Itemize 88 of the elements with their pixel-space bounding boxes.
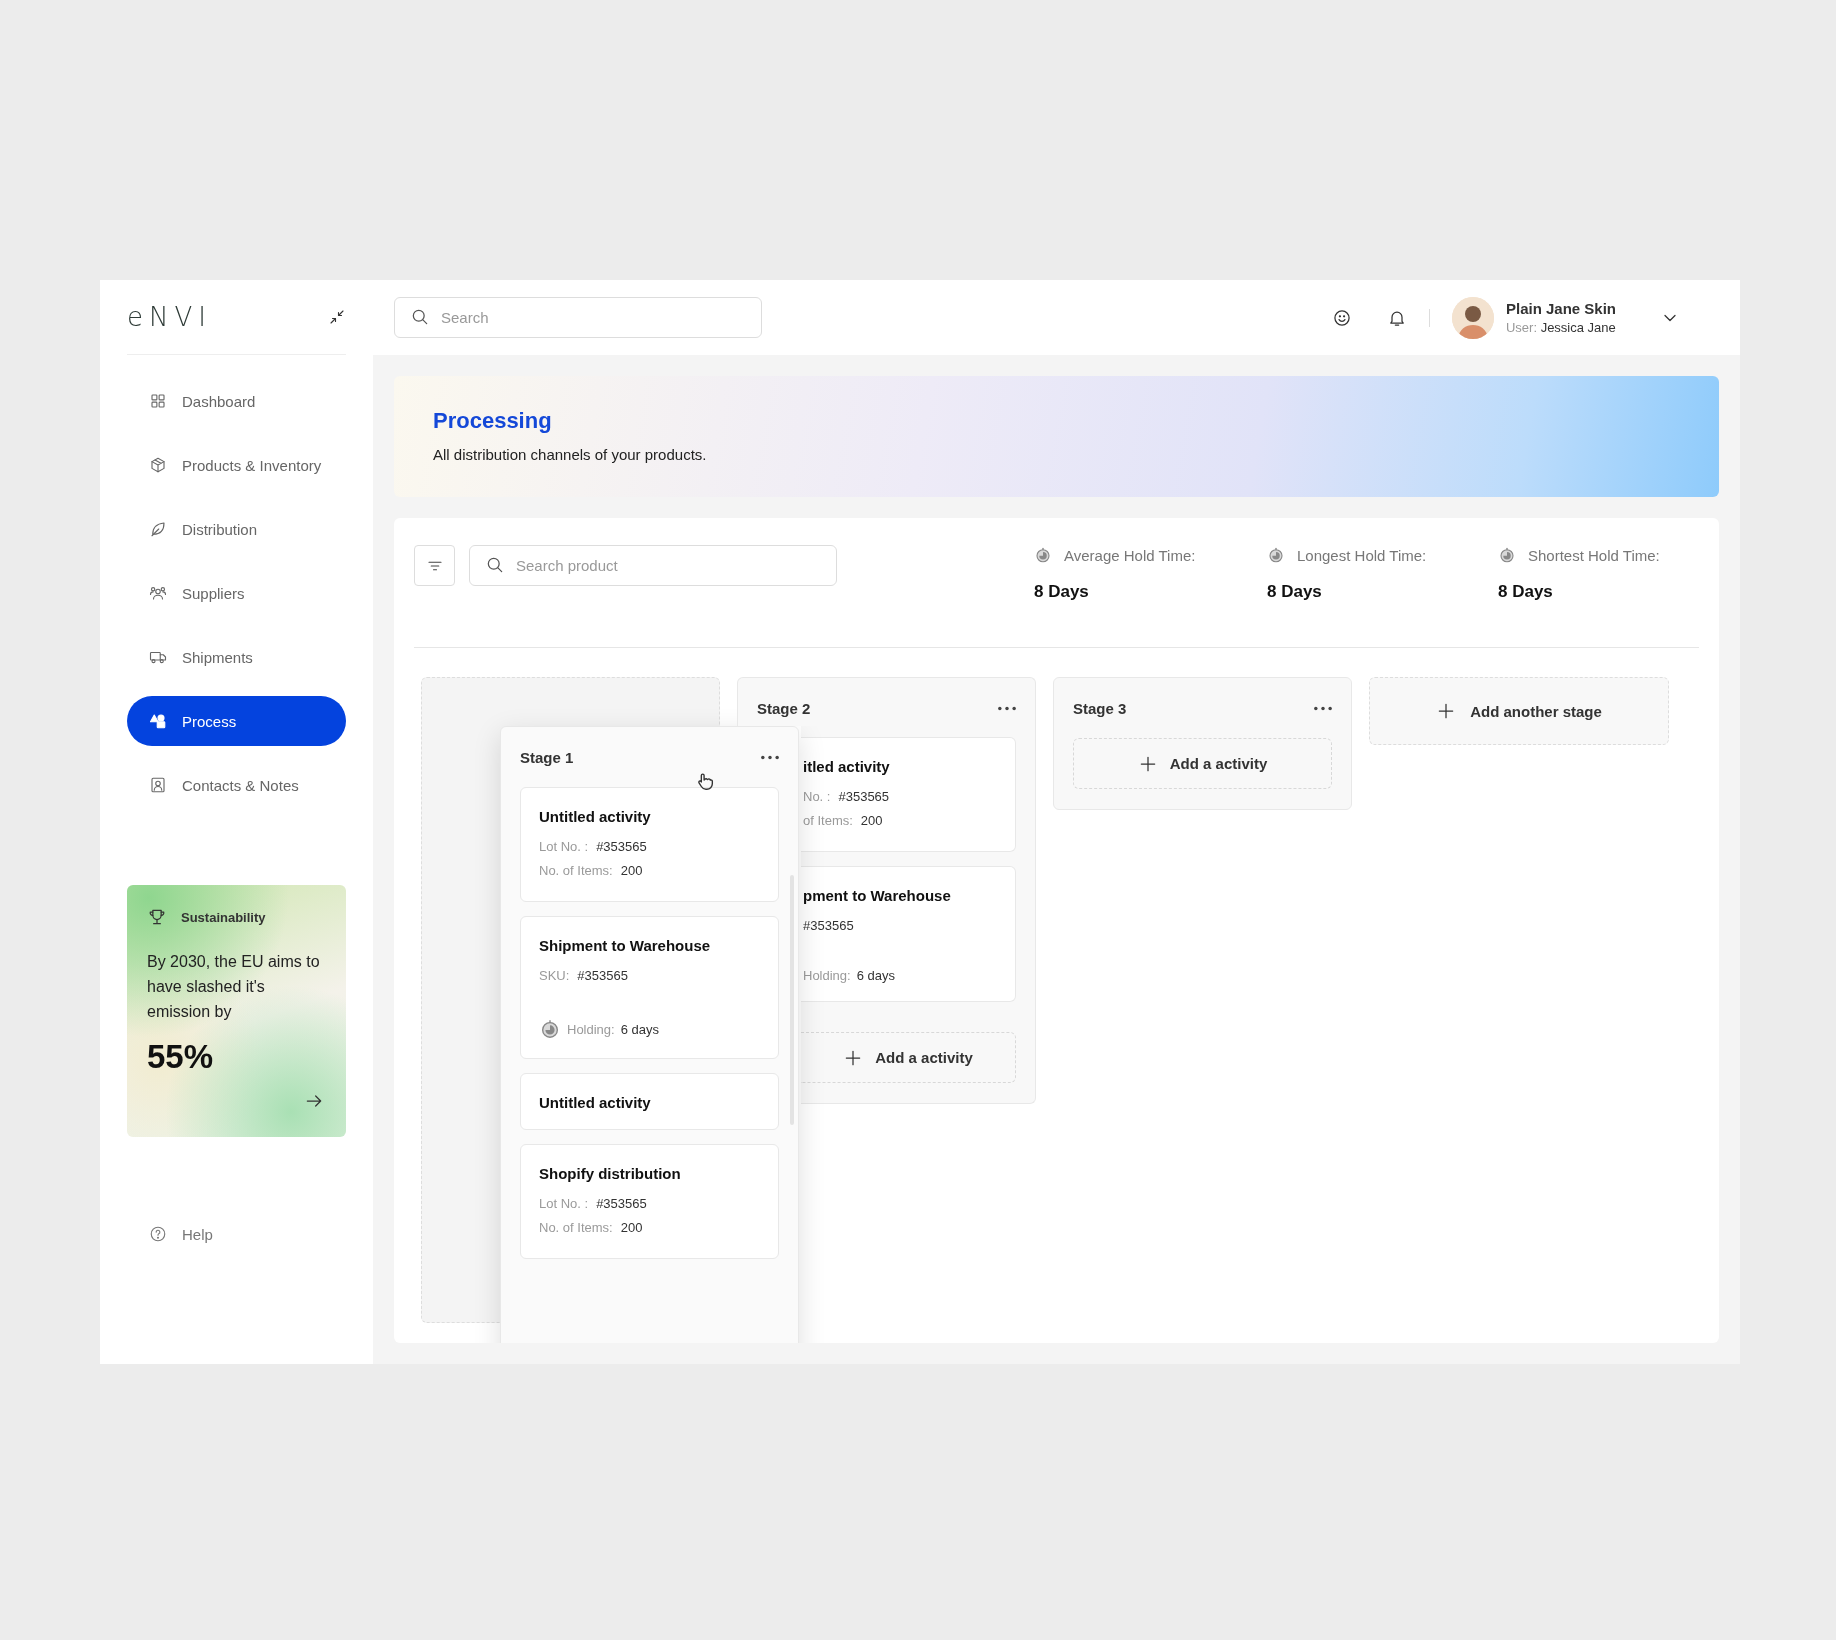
sidebar-item[interactable]: Suppliers: [127, 568, 346, 618]
stat-value: 8 Days: [1034, 582, 1090, 602]
user-name: Plain Jane Skin: [1505, 300, 1616, 317]
sidebar-item[interactable]: Dashboard: [127, 376, 346, 426]
card-title: Sustainability: [181, 909, 266, 925]
sidebar-item[interactable]: Shipments: [127, 632, 346, 682]
field-label: No. of Items:: [539, 862, 613, 880]
field-value: #353565: [596, 838, 647, 856]
stage-column[interactable]: Stage 3 Add a activity: [1053, 677, 1352, 810]
page-subtitle: All distribution channels of your products.: [433, 446, 708, 463]
timer-icon: [1034, 546, 1052, 564]
field-value: 6 days: [856, 968, 895, 983]
activity-title: Untitled activity: [539, 1094, 652, 1111]
field-value: 200: [860, 812, 883, 830]
activity-title: itled activity: [803, 758, 891, 775]
field-label: SKU:: [539, 967, 570, 985]
card-text: By 2030, the EU aims to have slashed it's emission by: [147, 952, 321, 1022]
activity-card[interactable]: Untitled activity Lot No. : #353565 No. of Items: 200: [520, 787, 779, 902]
more-icon: [1314, 705, 1332, 711]
stage-column[interactable]: Stage 1 Untitled activity Lot No. : #353565 No. of Items: 200 Shipment to Warehouse SKU: #353565 Holding: 6 days Untitled activity Shopify distribution Lot No. : #353565 No. of Items: 200: [500, 726, 799, 1343]
add-activity-button[interactable]: Add a activity: [801, 1032, 1016, 1083]
leaf-icon: [149, 520, 167, 538]
trophy-icon: [147, 907, 167, 927]
activity-title: Shipment to Warehouse: [539, 937, 712, 954]
timer-icon: [1267, 546, 1285, 564]
activity-card[interactable]: Shipment to Warehouse SKU: #353565 Holding: 6 days: [520, 916, 779, 1059]
help-link[interactable]: Help: [182, 1225, 213, 1243]
user-role: User: Jessica Jane: [1505, 320, 1616, 335]
more-button[interactable]: [998, 706, 1016, 711]
stage-title: Stage 2: [757, 700, 811, 717]
help-icon: [149, 1225, 167, 1243]
field-label: No. of Items:: [539, 1219, 613, 1237]
sidebar-item[interactable]: Products & Inventory: [127, 440, 346, 490]
field-value: #353565: [596, 1195, 647, 1213]
activity-card[interactable]: itled activity No. : #353565 of Items: 200: [801, 737, 1016, 852]
stat-label: Longest Hold Time:: [1297, 546, 1427, 564]
collapse-icon: [328, 308, 346, 326]
field-label: No. :: [803, 788, 831, 806]
add-stage-button[interactable]: Add another stage: [1369, 677, 1669, 745]
more-icon: [761, 754, 779, 760]
field-label: Lot No. :: [539, 1195, 589, 1213]
sidebar-item[interactable]: Contacts & Notes: [127, 760, 346, 810]
grid-icon: [149, 392, 167, 410]
sidebar-item[interactable]: Distribution: [127, 504, 346, 554]
timer-icon: [539, 1018, 561, 1040]
stat-label: Shortest Hold Time:: [1528, 546, 1660, 564]
logo: eNVI: [127, 302, 212, 332]
stage-header[interactable]: Stage 2: [737, 677, 1036, 726]
stat-value: 8 Days: [1267, 582, 1323, 602]
activity-title: Untitled activity: [539, 808, 652, 825]
stat-value: 8 Days: [1498, 582, 1554, 602]
emoji-button[interactable]: [1331, 307, 1352, 328]
activity-title: pment to Warehouse: [803, 887, 952, 904]
field-value: 6 days: [620, 1021, 659, 1037]
sidebar-item[interactable]: Process: [127, 696, 346, 746]
field-value: #353565: [577, 967, 628, 985]
smiley-icon: [1331, 307, 1352, 328]
activity-card[interactable]: pment to Warehouse #353565 Holding: 6 days: [801, 866, 1016, 1002]
box-icon: [149, 456, 167, 474]
field-value: 200: [620, 862, 643, 880]
stage-column[interactable]: itled activity No. : #353565 of Items: 200 pment to Warehouse #353565 Holding: 6 days Add a activity: [801, 726, 1036, 1104]
stage-title: Stage 1: [520, 748, 574, 766]
field-value: #353565: [838, 788, 890, 806]
stat-label: Average Hold Time:: [1064, 546, 1196, 564]
timer-icon: [1498, 546, 1516, 564]
activity-card[interactable]: Untitled activity: [520, 1073, 779, 1130]
field-value: #353565: [803, 917, 854, 935]
field-label: Lot No. :: [539, 838, 589, 856]
collapse-button[interactable]: [328, 308, 346, 326]
field-label: Holding:: [803, 968, 851, 983]
shapes-icon: [149, 712, 167, 730]
field-label: Holding:: [567, 1021, 615, 1037]
stage-title: Stage 3: [1073, 699, 1127, 717]
more-button[interactable]: [761, 754, 779, 760]
activity-title: Shopify distribution: [539, 1165, 682, 1182]
contact-card-icon: [149, 776, 167, 794]
activity-card[interactable]: Shopify distribution Lot No. : #353565 No. of Items: 200: [520, 1144, 779, 1259]
field-value: 200: [620, 1219, 643, 1237]
search-field[interactable]: Search product: [469, 545, 837, 586]
field-label: of Items:: [803, 812, 853, 830]
page-title: Processing: [433, 408, 553, 434]
people-icon: [149, 584, 167, 602]
avatar[interactable]: [1451, 296, 1494, 339]
more-icon: [998, 706, 1016, 711]
more-button[interactable]: [1314, 705, 1332, 711]
add-activity-button[interactable]: Add a activity: [1073, 738, 1332, 789]
percentage: 55%: [147, 1038, 215, 1076]
search-field[interactable]: Search: [394, 297, 762, 338]
